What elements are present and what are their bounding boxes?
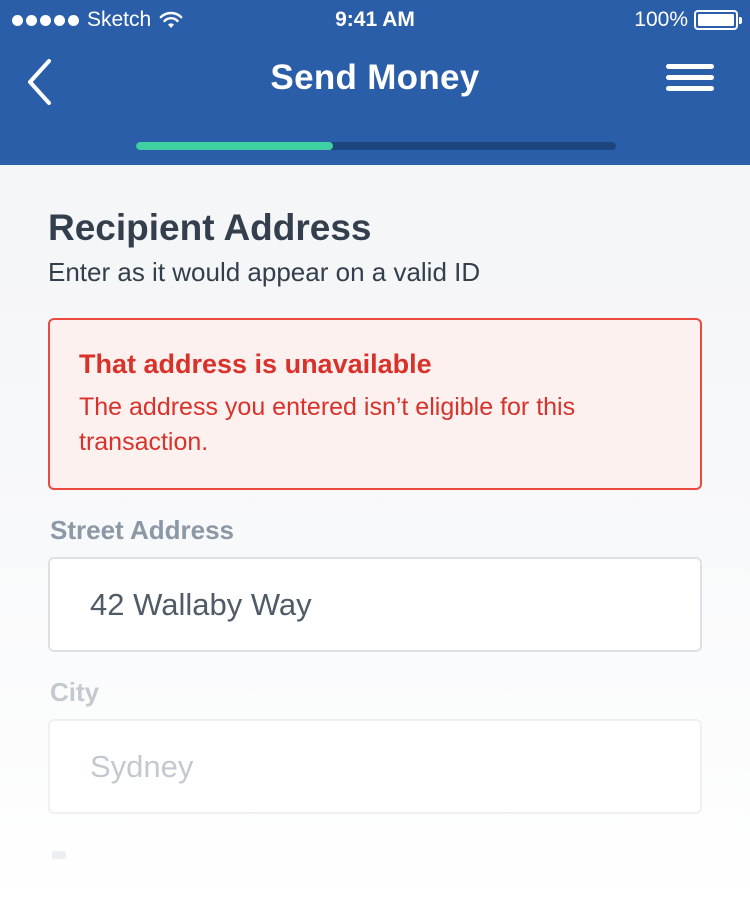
street-address-label: Street Address <box>50 515 234 545</box>
error-title: That address is unavailable <box>79 349 432 379</box>
form-content: Recipient Address Enter as it would appe… <box>0 165 750 918</box>
section-subtitle: Enter as it would appear on a valid ID <box>48 257 481 287</box>
hamburger-menu-icon[interactable] <box>666 64 714 98</box>
progress-bar-fill <box>136 142 333 150</box>
error-message: The address you entered isn’t eligible f… <box>79 393 576 456</box>
progress-bar <box>136 142 616 150</box>
error-alert: That address is unavailable The address … <box>48 318 702 490</box>
street-address-input[interactable] <box>48 557 702 652</box>
next-field-label <box>52 851 66 859</box>
battery-percent: 100% <box>634 8 688 31</box>
city-input[interactable] <box>48 719 702 814</box>
status-bar: Sketch 9:41 AM 100% <box>0 0 750 40</box>
status-right: 100% <box>634 8 742 32</box>
page-title: Send Money <box>270 58 480 97</box>
city-label: City <box>50 677 100 707</box>
app-header: Sketch 9:41 AM 100% Send Money <box>0 0 750 165</box>
battery-icon <box>694 10 742 30</box>
section-title: Recipient Address <box>48 207 372 248</box>
